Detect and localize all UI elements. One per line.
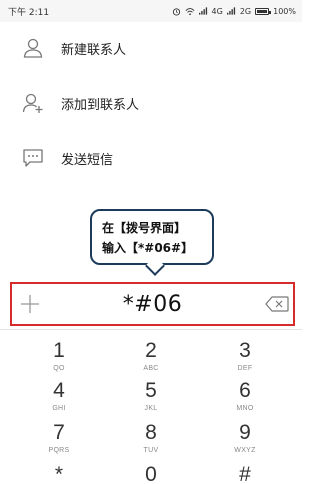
- alarm-icon: [172, 7, 180, 16]
- key-6[interactable]: 6 MNO: [205, 378, 285, 420]
- key-digit: *: [54, 463, 64, 484]
- key-4[interactable]: 4 GHI: [19, 378, 99, 420]
- backspace-icon[interactable]: [265, 296, 289, 312]
- key-2[interactable]: 2 ABC: [111, 338, 191, 380]
- key-star[interactable]: *: [19, 462, 99, 484]
- option-add-to-contact[interactable]: 添加到联系人: [0, 83, 302, 123]
- battery-icon: [255, 7, 272, 15]
- option-send-message[interactable]: 发送短信: [0, 138, 302, 178]
- instruction-callout: 在【拨号界面】 输入【*#06#】: [90, 209, 214, 276]
- key-letters: TUV: [143, 447, 159, 454]
- key-letters: GHI: [52, 405, 66, 412]
- key-9[interactable]: 9 WXYZ: [205, 420, 285, 462]
- message-icon: [23, 149, 43, 167]
- dial-input-field[interactable]: *#06: [10, 282, 295, 326]
- key-letters: JKL: [144, 405, 158, 412]
- wifi-icon: [185, 7, 195, 15]
- key-letters: PQRS: [48, 447, 70, 454]
- key-letters: ABC: [143, 365, 159, 372]
- status-icons: 4G 2G 100%: [172, 7, 296, 16]
- add-contact-icon: [23, 38, 43, 58]
- key-5[interactable]: 5 JKL: [111, 378, 191, 420]
- key-digit: 5: [145, 379, 157, 402]
- key-letters: QO: [53, 365, 65, 372]
- key-letters: MNO: [236, 405, 254, 412]
- key-digit: 6: [239, 379, 251, 402]
- option-new-contact[interactable]: 新建联系人: [0, 28, 302, 68]
- signal-icon: [198, 7, 207, 15]
- key-digit: 0: [145, 463, 157, 484]
- key-digit: 2: [145, 339, 157, 362]
- network-label-2: 2G: [239, 6, 252, 16]
- key-digit: #: [239, 463, 251, 484]
- key-digit: 3: [239, 339, 251, 362]
- callout-line-2: 输入【*#06#】: [102, 241, 194, 255]
- dial-number[interactable]: *#06: [12, 292, 293, 317]
- option-label: 添加到联系人: [61, 97, 140, 113]
- key-hash[interactable]: #: [205, 462, 285, 484]
- status-bar: 下午 2:11 4G 2G 100%: [0, 0, 302, 22]
- signal-icon-2: [226, 7, 235, 15]
- key-0[interactable]: 0: [111, 462, 191, 484]
- key-letters: DEF: [237, 365, 253, 372]
- status-time: 下午 2:11: [8, 7, 50, 18]
- callout-tail: [145, 256, 165, 276]
- option-label: 新建联系人: [61, 42, 127, 58]
- key-digit: 4: [53, 379, 65, 402]
- key-3[interactable]: 3 DEF: [205, 338, 285, 380]
- key-digit: 8: [145, 421, 157, 444]
- key-digit: 9: [239, 421, 251, 444]
- key-digit: 1: [53, 339, 65, 362]
- keypad-divider: [0, 329, 302, 330]
- key-7[interactable]: 7 PQRS: [19, 420, 99, 462]
- key-8[interactable]: 8 TUV: [111, 420, 191, 462]
- key-letters: WXYZ: [234, 447, 256, 454]
- key-digit: 7: [53, 421, 65, 444]
- option-label: 发送短信: [61, 152, 114, 168]
- plus-icon[interactable]: [18, 293, 42, 315]
- callout-line-1: 在【拨号界面】: [102, 221, 187, 235]
- network-label-1: 4G: [211, 6, 223, 16]
- battery-percent: 100%: [273, 6, 296, 16]
- key-1[interactable]: 1 QO: [19, 338, 99, 380]
- dialer-screen: 下午 2:11 4G 2G 100% 新建联系人 添加到联系人 发送短信 在【拨…: [0, 0, 302, 484]
- add-to-contact-icon: [22, 93, 43, 113]
